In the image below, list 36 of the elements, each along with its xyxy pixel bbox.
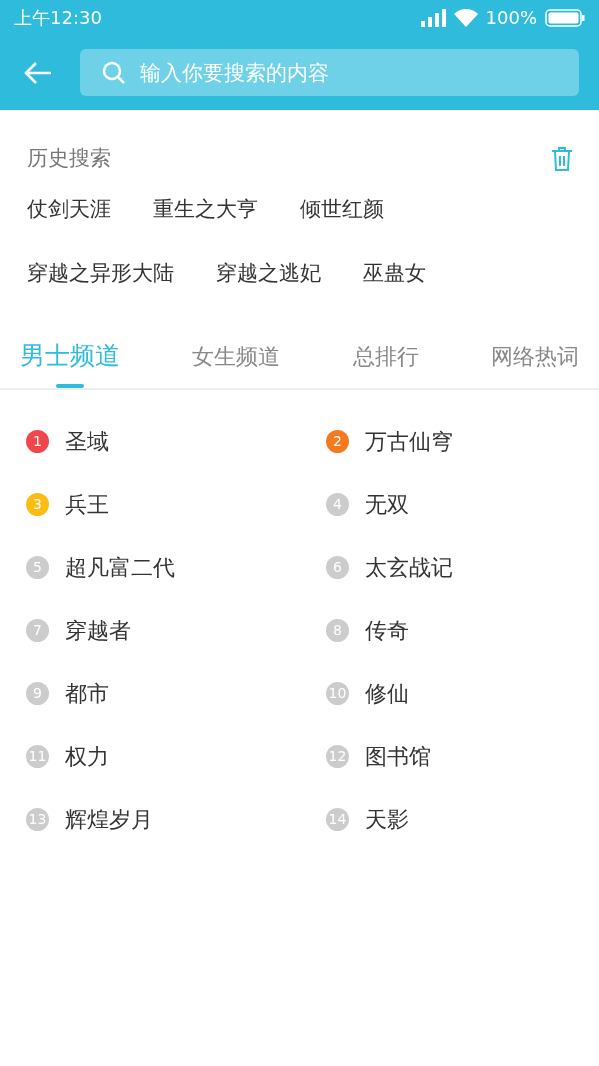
rank-badge: 3 xyxy=(26,493,49,516)
history-tag[interactable]: 巫蛊女 xyxy=(363,258,426,294)
wifi-icon xyxy=(453,8,478,27)
ranking-item[interactable]: 圣域 xyxy=(65,425,109,458)
history-tag[interactable]: 仗剑天涯 xyxy=(27,194,111,230)
search-field[interactable]: 输入你要搜索的内容 xyxy=(80,49,579,96)
trash-icon[interactable] xyxy=(551,146,573,172)
search-icon xyxy=(102,61,126,85)
ranking-item[interactable]: 修仙 xyxy=(365,677,409,710)
ranking-item[interactable]: 传奇 xyxy=(365,614,409,647)
ranking-item[interactable]: 兵王 xyxy=(65,488,109,521)
signal-icon xyxy=(420,8,446,27)
back-icon[interactable] xyxy=(24,61,52,84)
history-tag[interactable]: 重生之大亨 xyxy=(153,194,258,230)
ranking-item[interactable]: 超凡富二代 xyxy=(65,551,175,584)
section-title: 历史搜索 xyxy=(27,145,111,173)
ranking-item[interactable]: 无双 xyxy=(365,488,409,521)
rank-badge: 1 xyxy=(26,430,49,453)
history-tag[interactable]: 穿越之异形大陆 xyxy=(27,258,174,294)
channel-tab[interactable]: 网络热词 xyxy=(491,324,579,388)
history-tag[interactable]: 倾世红颜 xyxy=(300,194,384,230)
ranking-item[interactable]: 辉煌岁月 xyxy=(65,803,153,836)
status-time: 上午12:30 xyxy=(14,6,102,30)
ranking-item[interactable]: 天影 xyxy=(365,803,409,836)
channel-tab[interactable]: 总排行 xyxy=(352,324,419,388)
ranking-item[interactable]: 穿越者 xyxy=(65,614,131,647)
battery-icon xyxy=(545,8,585,27)
ranking-item[interactable]: 图书馆 xyxy=(365,740,431,773)
channel-tab[interactable]: 女生频道 xyxy=(192,324,281,388)
history-tag[interactable]: 穿越之逃妃 xyxy=(216,258,321,294)
ranking-item[interactable]: 权力 xyxy=(65,740,109,773)
battery-percent: 100% xyxy=(485,6,537,30)
rank-badge: 2 xyxy=(326,430,349,453)
ranking-item[interactable]: 都市 xyxy=(65,677,109,710)
ranking-item[interactable]: 万古仙穹 xyxy=(365,425,453,458)
ranking-item[interactable]: 太玄战记 xyxy=(365,551,453,584)
